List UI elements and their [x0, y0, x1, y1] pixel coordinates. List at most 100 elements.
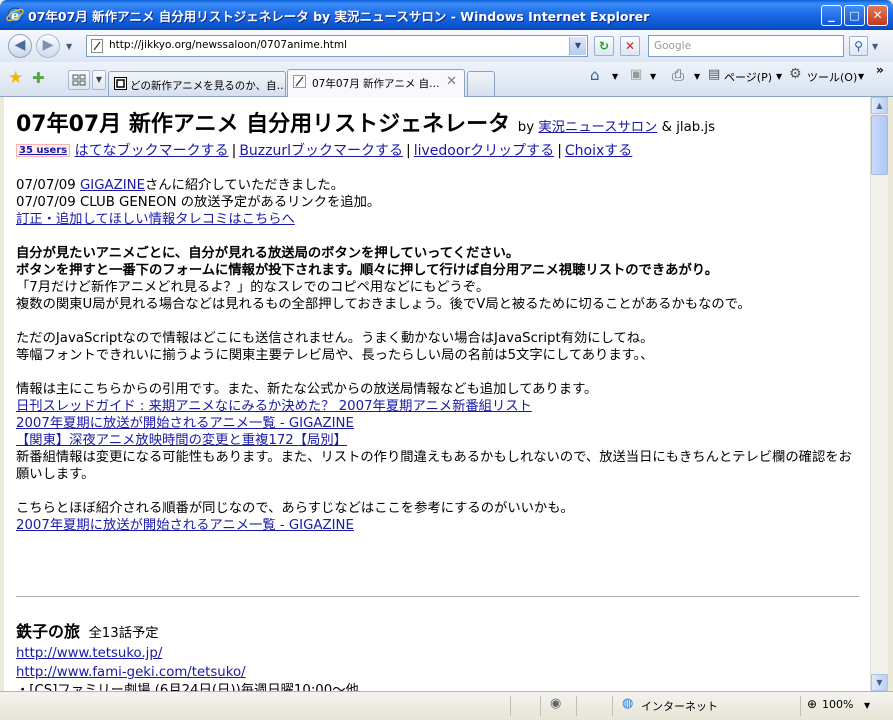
stop-button[interactable]: ✕ [620, 36, 640, 56]
ie-logo-icon: e [6, 7, 24, 24]
instruction-bold-1: 自分が見たいアニメごとに、自分が見れる放送局のボタンを押していってください。 [16, 246, 520, 261]
instruction-line-2: 複数の関東U局が見れる場合などは見れるもの全部押しておきましょう。後でV局と被る… [16, 297, 751, 312]
refresh-button[interactable]: ↻ [594, 36, 614, 56]
status-divider [540, 696, 541, 716]
jikkyo-news-salon-link[interactable]: 実況ニュースサロン [538, 120, 657, 135]
tools-gear-icon[interactable]: ⚙ [789, 66, 802, 82]
tab-1-label: 07年07月 新作アニメ 自… [312, 78, 440, 90]
correction-link[interactable]: 訂正・追加してほしい情報タレコミはこちらへ [16, 212, 295, 227]
page-menu-dropdown-icon[interactable]: ▼ [776, 72, 782, 81]
scroll-up-icon[interactable]: ▲ [871, 97, 888, 114]
sources-intro: 情報は主にこちらからの引用です。また、新たな公式からの放送局情報なども追加してあ… [16, 382, 598, 397]
feeds-dropdown-icon[interactable]: ▼ [650, 72, 656, 81]
quick-tabs-button[interactable] [68, 70, 90, 90]
tab-0[interactable]: どの新作アニメを見るのか、自… [108, 71, 286, 96]
page-content: 07年07月 新作アニメ 自分用リストジェネレータ by 実況ニュースサロン &… [4, 97, 870, 691]
news2-text: 07/07/09 CLUB GENEON の放送予定があるリンクを追加。 [16, 195, 381, 210]
tools-menu-dropdown-icon[interactable]: ▼ [858, 72, 864, 81]
source-link-1[interactable]: 日刊スレッドガイド : 来期アニメなにみるか決めた？ 2007年夏期アニメ新番組… [16, 399, 532, 414]
show-broadcast-line: ・[CS]ファミリー劇場 (6月24日(日))毎週日曜10:00〜他 [16, 683, 359, 691]
page-icon [91, 39, 103, 53]
page-icon [293, 75, 306, 88]
new-tab-button[interactable] [467, 71, 495, 96]
tab-bar: ★ ✚ ▼ どの新作アニメを見るのか、自… 07年07月 新作アニメ 自… ✕ [0, 62, 893, 97]
buzzurl-bookmark-link[interactable]: Buzzurlブックマークする [239, 143, 403, 159]
bookmark-row: 35 users はてなブックマークする | Buzzurlブックマークする | liv… [16, 142, 860, 161]
maximize-button[interactable]: □ [844, 5, 865, 26]
livedoor-clip-link[interactable]: livedoorクリップする [414, 143, 554, 159]
security-zone: インターネット [641, 700, 718, 713]
add-favorite-icon[interactable]: ✚ [32, 69, 45, 87]
favorites-star-icon[interactable]: ★ [8, 68, 23, 88]
forward-arrow-icon: ▶ [42, 37, 54, 53]
source-link-3[interactable]: 【関東】深夜アニメ放映時間の変更と重複172【局別】 [16, 433, 347, 448]
search-input[interactable]: Google [654, 40, 691, 52]
print-dropdown-icon[interactable]: ▼ [694, 72, 700, 81]
address-bar[interactable]: http://jikkyo.org/newssaloon/0707anime.h… [86, 35, 588, 57]
tab-list-dropdown-icon[interactable]: ▼ [92, 70, 106, 90]
scroll-thumb[interactable] [871, 115, 888, 175]
js-note-2: 等幅フォントできれいに揃うように関東主要テレビ局や、長ったらしい局の名前は5文字… [16, 348, 654, 363]
forward-button[interactable]: ▶ [36, 34, 60, 58]
show-title: 鉄子の旅 [16, 622, 81, 641]
js-note-block: ただのJavaScriptなので情報はどこにも送信されません。うまく動かない場合… [16, 330, 860, 364]
status-divider [510, 696, 511, 716]
tools-menu[interactable]: ツール(O) [807, 69, 857, 85]
users-badge[interactable]: 35 users [16, 144, 71, 157]
order-link[interactable]: 2007年夏期に放送が開始されるアニメ一覧 - GIGAZINE [16, 518, 354, 533]
close-tab-icon[interactable]: ✕ [446, 74, 457, 89]
page-heading: 07年07月 新作アニメ 自分用リストジェネレータ by 実況ニュースサロン &… [16, 111, 860, 142]
search-button[interactable]: ⚲ [849, 36, 868, 56]
feeds-icon[interactable]: ▣ [630, 67, 642, 82]
show-link-1[interactable]: http://www.tetsuko.jp/ [16, 646, 162, 661]
close-button[interactable]: ✕ [867, 5, 888, 26]
internet-zone-icon: ◍ [622, 696, 634, 711]
back-button[interactable]: ◀ [8, 34, 32, 58]
order-text: こちらとほぼ紹介される順番が同じなので、あらすじなどはここを参考にするのがいいか… [16, 501, 574, 516]
gigazine-link[interactable]: GIGAZINE [80, 178, 145, 193]
address-dropdown-icon[interactable]: ▼ [569, 37, 586, 55]
search-options-icon[interactable]: ▼ [872, 42, 878, 51]
instructions-block: 自分が見たいアニメごとに、自分が見れる放送局のボタンを押していってください。 ボ… [16, 245, 860, 313]
page-menu[interactable]: ページ(P) [724, 69, 772, 85]
status-divider [800, 696, 801, 716]
source-link-2[interactable]: 2007年夏期に放送が開始されるアニメ一覧 - GIGAZINE [16, 416, 354, 431]
divider [16, 596, 859, 597]
print-icon[interactable]: ⎙ [672, 66, 684, 84]
show-episode-count: 全13話予定 [88, 626, 159, 641]
js-note-1: ただのJavaScriptなので情報はどこにも送信されません。うまく動かない場合… [16, 331, 654, 346]
navigation-bar: ◀ ▶ ▼ http://jikkyo.org/newssaloon/0707a… [0, 30, 893, 63]
zoom-icon[interactable]: ⊕ [807, 697, 817, 711]
tab-1[interactable]: 07年07月 新作アニメ 自… ✕ [287, 69, 465, 97]
privacy-icon[interactable]: ◉ [550, 696, 561, 711]
search-box[interactable]: Google [648, 35, 844, 57]
news1-text: さんに紹介していただきました。 [144, 178, 345, 193]
news1-date: 07/07/09 [16, 178, 76, 193]
address-url[interactable]: http://jikkyo.org/newssaloon/0707anime.h… [109, 39, 347, 51]
status-divider [576, 696, 577, 716]
status-bar: ◉ ◍ インターネット ⊕ 100% ▼ [0, 691, 893, 720]
hatena-bookmark-link[interactable]: はてなブックマークする [75, 143, 229, 159]
page-menu-icon[interactable]: ▤ [708, 67, 720, 82]
history-dropdown-icon[interactable]: ▼ [66, 42, 72, 51]
window-title: 07年07月 新作アニメ 自分用リストジェネレータ by 実況ニュースサロン -… [28, 9, 650, 24]
by-label: by [517, 120, 535, 135]
ie-window: e 07年07月 新作アニメ 自分用リストジェネレータ by 実況ニュースサロン… [0, 0, 893, 720]
refresh-icon: ↻ [598, 39, 610, 53]
scroll-down-icon[interactable]: ▼ [871, 674, 888, 691]
show-link-2[interactable]: http://www.fami-geki.com/tetsuko/ [16, 665, 246, 680]
quick-tabs-icon [72, 74, 86, 86]
vertical-scrollbar[interactable]: ▲ ▼ [870, 97, 888, 691]
tab-0-label: どの新作アニメを見るのか、自… [130, 80, 286, 92]
zoom-level[interactable]: 100% [822, 698, 853, 711]
home-dropdown-icon[interactable]: ▼ [612, 72, 618, 81]
home-icon[interactable]: ⌂ [590, 66, 600, 84]
minimize-button[interactable]: _ [821, 5, 842, 26]
toolbar-overflow-icon[interactable]: » [876, 63, 884, 77]
search-icon: ⚲ [854, 39, 863, 53]
news-block: 07/07/09 GIGAZINEさんに紹介していただきました。 07/07/0… [16, 177, 860, 228]
show-entry: 鉄子の旅 全13話予定 http://www.tetsuko.jp/ http:… [16, 623, 860, 691]
order-block: こちらとほぼ紹介される順番が同じなので、あらすじなどはここを参考にするのがいいか… [16, 500, 860, 534]
zoom-dropdown-icon[interactable]: ▼ [864, 701, 870, 710]
choix-link[interactable]: Choixする [565, 143, 632, 159]
